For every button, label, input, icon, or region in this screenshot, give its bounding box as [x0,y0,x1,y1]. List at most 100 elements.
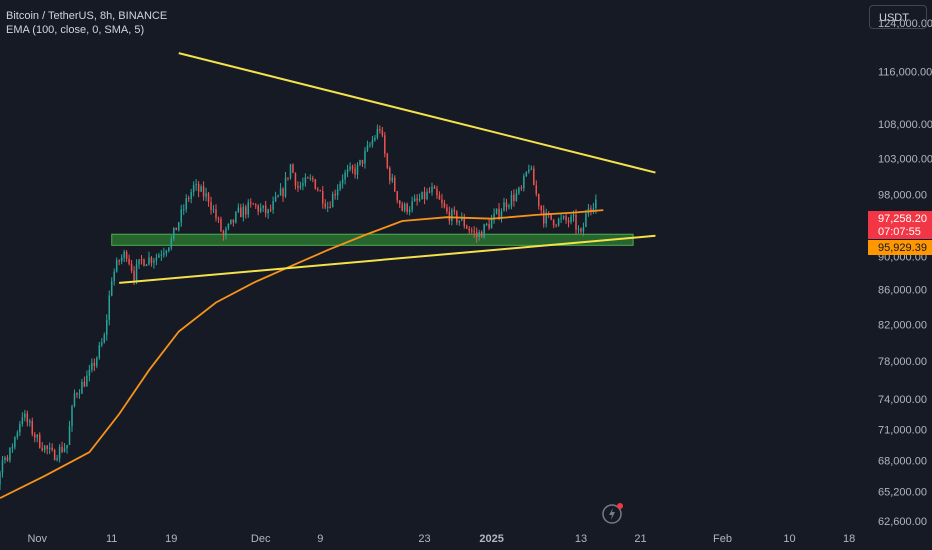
candle-body [128,258,130,264]
candles-layer [0,124,597,490]
candle-body [178,222,180,231]
price-tick-label: 86,000.00 [878,285,927,297]
bar-countdown-label: 07:07:55 [878,226,921,238]
candle-body [264,205,267,214]
price-chart[interactable]: 124,000.00116,000.00108,000.00103,000.00… [0,0,932,550]
price-tick-label: 98,000.00 [878,190,927,202]
candle-body [4,457,6,461]
candle-body [245,206,247,215]
candle-body [590,208,592,210]
candle-body [528,169,530,172]
time-tick-label: 9 [317,533,323,545]
candle-body [423,191,426,199]
symbol-title[interactable]: Bitcoin / TetherUS, 8h, BINANCE [6,9,167,23]
candle-body [374,137,376,141]
candle-body [0,472,1,485]
candle-body [180,209,182,223]
candle-body [567,220,570,223]
candle-body [351,166,354,169]
candle-body [505,202,508,208]
candle-body [339,183,341,190]
candle-body [11,447,14,449]
time-tick-label: 13 [575,533,587,545]
currency-button[interactable]: USDT [869,5,927,29]
candle-body [130,263,133,271]
candle-body [163,253,165,255]
candle-body [217,218,220,220]
time-axis[interactable]: Nov 11 19 Dec 9 23 2025 13 21 Feb 10 18 [0,528,932,550]
candle-body [71,405,73,427]
candle-body [408,209,411,213]
candle-body [34,434,36,438]
candle-body [490,219,493,229]
candle-body [396,191,398,201]
candle-body [580,228,582,232]
candle-body [259,207,262,212]
candle-body [466,226,468,229]
candle-body [227,223,230,229]
candle-body [190,192,192,200]
candle-body [475,232,478,238]
candle-body [6,457,9,461]
candle-body [595,199,597,209]
candle-body [195,183,197,185]
candle-body [389,168,391,181]
candle-body [483,224,485,238]
indicator-title[interactable]: EMA (100, close, 0, SMA, 5) [6,23,167,37]
time-tick-label: 10 [783,533,795,545]
candle-body [426,191,428,199]
price-tick-label: 62,600.00 [878,516,927,528]
time-tick-label: 18 [843,533,855,545]
last-price-label: 97,258.20 [878,213,927,225]
candle-body [334,194,336,196]
candle-body [38,434,41,448]
candle-body [371,140,374,145]
candle-body [480,232,483,238]
candle-body [413,198,416,202]
candle-body [438,195,441,200]
candle-body [170,238,173,248]
candle-body [326,207,329,209]
candle-body [168,247,170,251]
candle-body [120,257,123,262]
candle-body [222,231,225,236]
price-tick-label: 74,000.00 [878,394,927,406]
candle-body [267,209,269,214]
candle-body [386,153,389,169]
candle-body [307,177,309,179]
candle-body [66,444,68,449]
candle-body [48,447,51,449]
candle-body [118,260,120,262]
candle-body [53,450,56,461]
candle-body [173,227,175,239]
candle-body [525,171,528,177]
candle-body [540,205,542,211]
price-tick-label: 78,000.00 [878,356,927,368]
price-tick-label: 108,000.00 [878,119,932,131]
candle-body [570,216,572,223]
price-axis[interactable]: 124,000.00116,000.00108,000.00103,000.00… [864,0,932,550]
candle-body [319,190,322,192]
candle-body [403,203,406,211]
candle-body [592,208,595,210]
candle-body [282,188,284,197]
candle-body [252,203,254,205]
lightning-bolt-icon[interactable] [600,500,626,526]
candle-body [232,219,235,223]
candle-body [138,259,140,265]
candle-body [269,209,272,211]
candle-body [160,254,163,256]
time-tick-label: 19 [165,533,177,545]
candle-body [140,259,143,261]
candle-body [230,219,232,224]
candle-body [220,218,222,232]
candle-body [560,218,562,220]
candle-body [19,424,21,433]
candle-body [513,194,515,201]
price-tick-label: 103,000.00 [878,153,932,165]
candle-body [500,211,503,218]
candle-body [453,209,456,212]
candle-body [135,264,138,281]
candle-body [24,413,26,418]
candle-body [436,188,438,196]
